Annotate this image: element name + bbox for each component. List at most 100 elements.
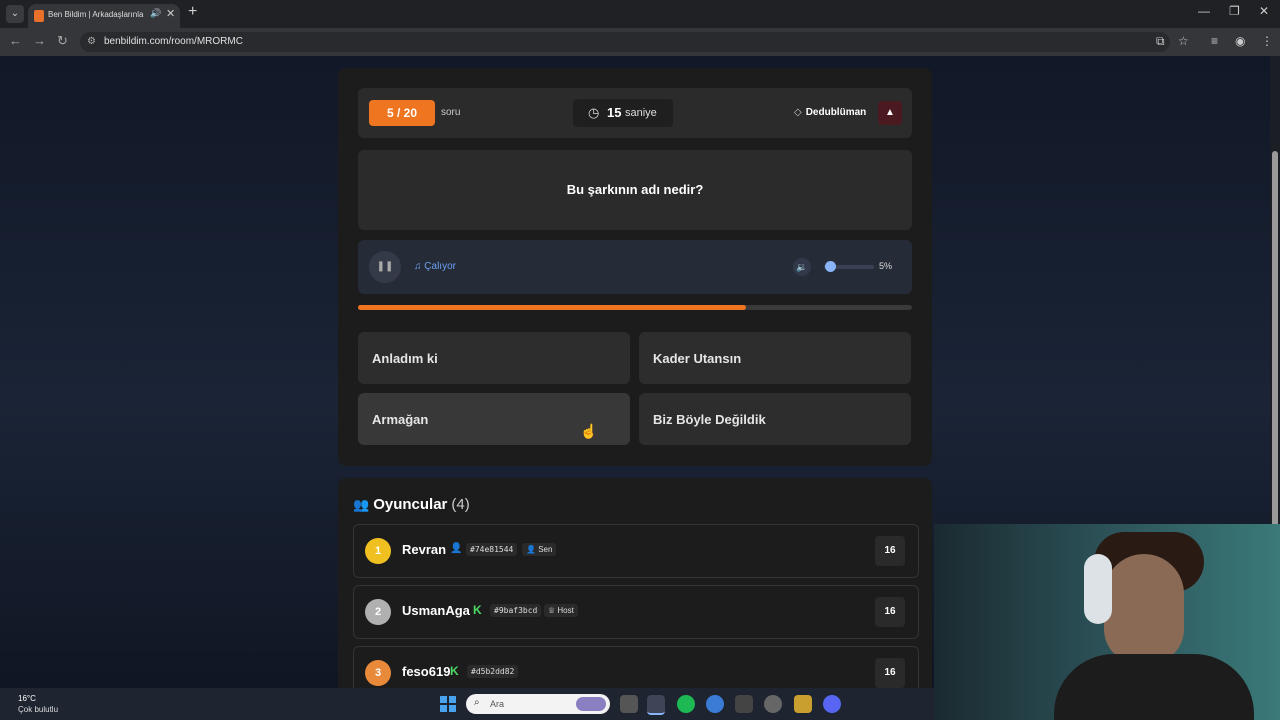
new-tab-button[interactable]: +	[188, 3, 197, 21]
taskbar-search[interactable]: ⌕ Ara	[466, 694, 610, 714]
players-heading: 👥 Oyuncular (4)	[353, 496, 470, 513]
time-progress-bar	[358, 305, 912, 310]
weather-description[interactable]: Çok bulutlu	[18, 705, 58, 714]
player-row: 1 Revran 👤 #74e81544 👤 Sen 16	[353, 524, 919, 578]
task-view-icon[interactable]	[620, 695, 638, 713]
search-placeholder: Ara	[490, 699, 505, 709]
category-label: Dedublüman	[805, 107, 867, 118]
weather-temperature[interactable]: 16°C	[18, 694, 36, 703]
audio-player: ❚❚ ♫ Çalıyor 🔉 5%	[358, 240, 912, 294]
rank-badge: 3	[365, 660, 391, 686]
app-icon[interactable]	[794, 695, 812, 713]
volume-percent: 5%	[879, 261, 893, 271]
players-title: Oyuncular	[373, 496, 448, 513]
question-header: 5 / 20 soru ◷ 15 saniye ◇ Dedublüman ▲	[358, 88, 912, 138]
users-icon: 👥	[353, 497, 370, 512]
timer: ◷ 15 saniye	[573, 99, 673, 127]
browser-toolbar: ← → ↻ ⚙ benbildim.com/room/MRORMC ⧉ ☆ ≡ …	[0, 28, 1280, 56]
webcam-body	[1054, 654, 1254, 720]
player-score: 16	[875, 658, 905, 688]
webcam-face	[1104, 554, 1184, 664]
answer-option-1[interactable]: Anladım ki	[358, 332, 630, 384]
player-id: #74e81544	[466, 543, 518, 556]
music-note-icon: ♫	[414, 261, 425, 272]
category-tag: ◇ Dedublüman	[794, 107, 866, 118]
answer-label: Biz Böyle Değildik	[653, 412, 766, 427]
app-icon[interactable]	[764, 695, 782, 713]
search-icon: ⌕	[474, 697, 480, 708]
kick-logo-icon: K	[473, 603, 482, 617]
rank-badge: 2	[365, 599, 391, 625]
install-app-icon[interactable]: ⧉	[1156, 34, 1165, 49]
webcam-overlay	[934, 524, 1280, 720]
role-badge: 👤 Sen	[522, 543, 557, 556]
tab-strip: ⌄ Ben Bildim | Arkadaşlarınla 🔊 ✕ + — ❐ …	[0, 0, 1280, 28]
bookmark-star-icon[interactable]: ☆	[1178, 34, 1189, 48]
player-row: 2 UsmanAga K #9baf3bcd ♕ Host 16	[353, 585, 919, 639]
site-info-icon[interactable]: ⚙	[87, 36, 96, 47]
chrome-icon[interactable]	[647, 695, 665, 715]
timer-unit: saniye	[625, 107, 657, 119]
tab-title: Ben Bildim | Arkadaşlarınla	[48, 10, 144, 19]
menu-icon[interactable]: ⋮	[1261, 34, 1273, 48]
player-score: 16	[875, 536, 905, 566]
tag-icon: ◇	[794, 107, 802, 118]
player-row: 3 feso619 K #d5b2dd82 16	[353, 646, 919, 688]
speaker-icon[interactable]: 🔊	[150, 8, 161, 19]
person-icon: 👤	[526, 545, 539, 554]
question-text: Bu şarkının adı nedir?	[566, 182, 704, 197]
player-name: UsmanAga	[402, 603, 470, 618]
windows-start-icon[interactable]	[440, 696, 456, 712]
restore-icon[interactable]: ❐	[1229, 4, 1240, 18]
rank-badge: 1	[365, 538, 391, 564]
answer-label: Armağan	[372, 412, 429, 427]
webcam-headset	[1084, 554, 1112, 624]
role-badge: ♕ Host	[544, 604, 578, 617]
quiz-card: 5 / 20 soru ◷ 15 saniye ◇ Dedublüman ▲ Bu…	[338, 68, 932, 466]
profile-icon[interactable]: ◉	[1235, 34, 1245, 48]
volume-icon[interactable]: 🔉	[793, 258, 811, 276]
report-button[interactable]: ▲	[878, 101, 902, 125]
player-id: #d5b2dd82	[467, 665, 519, 678]
players-panel: 👥 Oyuncular (4) 1 Revran 👤 #74e81544 👤 Sen…	[338, 478, 932, 688]
answer-option-3[interactable]: Armağan ☝	[358, 393, 630, 445]
answer-option-4[interactable]: Biz Böyle Değildik	[639, 393, 911, 445]
player-score: 16	[875, 597, 905, 627]
reload-icon[interactable]: ↻	[57, 33, 68, 49]
timer-value: 15	[607, 105, 622, 120]
minimize-icon[interactable]: —	[1198, 4, 1210, 18]
pause-button[interactable]: ❚❚	[369, 251, 401, 283]
player-name: feso619	[402, 664, 451, 679]
media-control-icon[interactable]: ≡	[1211, 34, 1218, 48]
url-text: benbildim.com/room/MRORMC	[104, 36, 243, 47]
crown-icon: ♕	[548, 606, 558, 615]
scrollbar-thumb[interactable]	[1272, 151, 1278, 571]
terminal-icon[interactable]	[735, 695, 753, 713]
volume-slider-handle[interactable]	[824, 261, 836, 272]
user-icon: 👤	[450, 543, 463, 554]
forward-icon[interactable]: →	[33, 33, 46, 48]
site-favicon-icon	[34, 10, 44, 22]
address-bar[interactable]: ⚙ benbildim.com/room/MRORMC	[80, 32, 1170, 52]
app-icon[interactable]	[706, 695, 724, 713]
audio-status-label: Çalıyor	[424, 261, 456, 272]
back-icon[interactable]: ←	[9, 33, 22, 48]
answer-label: Kader Utansın	[653, 351, 742, 366]
player-name: Revran	[402, 542, 447, 557]
audio-status: ♫ Çalıyor	[414, 261, 456, 272]
question-counter-suffix: soru	[441, 107, 461, 118]
answer-label: Anladım ki	[372, 351, 438, 366]
player-id: #9baf3bcd	[490, 604, 542, 617]
players-count: (4)	[451, 496, 470, 513]
question-counter: 5 / 20	[369, 100, 435, 126]
spotify-icon[interactable]	[677, 695, 695, 713]
search-highlight-icon	[576, 697, 606, 711]
answer-option-2[interactable]: Kader Utansın	[639, 332, 911, 384]
close-window-icon[interactable]: ✕	[1259, 4, 1269, 18]
browser-tab[interactable]: Ben Bildim | Arkadaşlarınla 🔊 ✕	[28, 4, 180, 28]
discord-icon[interactable]	[823, 695, 841, 713]
close-tab-icon[interactable]: ✕	[166, 7, 175, 20]
mouse-cursor-icon: ☝	[580, 423, 598, 439]
kick-logo-icon: K	[450, 664, 459, 678]
tab-search-button[interactable]: ⌄	[6, 5, 24, 23]
